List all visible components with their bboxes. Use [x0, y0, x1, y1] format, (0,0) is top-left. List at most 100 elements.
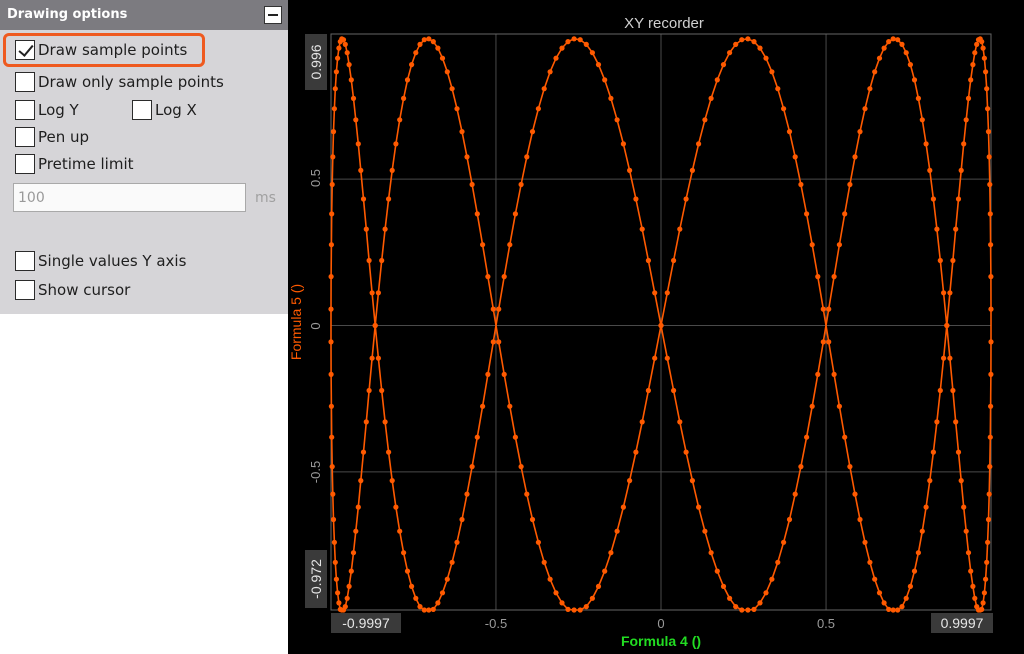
sample-point: [881, 600, 887, 606]
sample-point: [988, 242, 994, 248]
pretime-input[interactable]: [13, 183, 246, 212]
sample-point: [745, 607, 751, 613]
sample-point: [745, 36, 751, 42]
draw-only-sample-points-checkbox[interactable]: Draw only sample points: [15, 71, 224, 93]
sample-point: [763, 55, 769, 61]
sample-point: [547, 576, 553, 582]
sample-point: [645, 387, 651, 394]
sample-point: [404, 568, 411, 574]
sample-point: [583, 41, 589, 48]
sample-point: [930, 449, 937, 455]
log-x-checkbox[interactable]: Log X: [132, 99, 197, 121]
sample-point: [872, 576, 878, 582]
sample-point: [988, 306, 994, 312]
sample-point: [485, 371, 491, 377]
sample-point: [988, 274, 994, 280]
sample-point: [652, 290, 658, 296]
sample-point: [815, 274, 821, 280]
sample-point: [842, 211, 848, 217]
log-y-checkbox[interactable]: Log Y: [15, 99, 79, 121]
sample-point: [961, 141, 967, 147]
sample-point: [595, 62, 602, 68]
drawing-options-panel: Drawing options Draw sample points Draw …: [0, 0, 288, 314]
sample-point: [867, 86, 873, 92]
sample-point: [348, 77, 354, 83]
y-axis-label: Formula 5 (): [288, 284, 304, 360]
sample-point: [454, 539, 460, 545]
sample-point: [919, 117, 925, 123]
sample-point: [426, 36, 432, 42]
sample-point: [847, 464, 853, 470]
sample-point: [474, 211, 480, 217]
sample-point: [608, 95, 614, 101]
sample-point: [970, 583, 976, 590]
x-tick-neg-half: -0.5: [485, 616, 507, 631]
sample-point: [645, 257, 651, 264]
xy-recorder-chart[interactable]: XY recorder -0.9997 -0.5 0 0.5 0.9997 Fo…: [288, 0, 1024, 654]
sample-point: [430, 39, 436, 45]
sample-point: [346, 583, 352, 590]
sample-point: [386, 449, 392, 455]
sample-point: [985, 516, 992, 523]
sample-point: [968, 77, 974, 83]
sample-point: [397, 528, 403, 534]
pen-up-checkbox[interactable]: Pen up: [15, 126, 89, 148]
sample-point: [501, 274, 507, 280]
sample-point: [983, 69, 989, 75]
sample-point: [639, 419, 645, 425]
sample-point: [757, 600, 763, 606]
sample-point: [350, 550, 357, 556]
sample-point: [852, 154, 858, 160]
sample-point: [930, 196, 937, 202]
sample-point: [366, 257, 372, 264]
sample-point: [899, 41, 905, 48]
sample-point: [524, 154, 530, 160]
sample-point: [328, 274, 334, 280]
sample-point: [332, 559, 338, 565]
sample-point: [986, 491, 992, 497]
sample-point: [330, 516, 337, 523]
sample-point: [583, 604, 589, 610]
single-values-y-axis-checkbox[interactable]: Single values Y axis: [15, 250, 186, 272]
sample-point: [798, 181, 804, 188]
sample-point: [366, 387, 372, 394]
sample-point: [355, 504, 361, 510]
sample-point: [469, 464, 475, 470]
sample-point: [911, 568, 918, 574]
sample-point: [401, 95, 407, 101]
sample-point: [332, 86, 338, 92]
checkbox-box: [15, 72, 35, 92]
sample-point: [739, 607, 745, 613]
sample-point: [927, 167, 933, 173]
draw-sample-points-checkbox[interactable]: Draw sample points: [15, 39, 187, 61]
sample-point: [708, 95, 714, 101]
checkbox-box: [132, 100, 152, 120]
pretime-limit-checkbox[interactable]: Pretime limit: [15, 153, 134, 175]
sample-point: [804, 211, 810, 217]
y-tick-min: -0.972: [308, 559, 324, 599]
x-axis-label: Formula 4 (): [621, 633, 701, 649]
sample-point: [919, 528, 925, 534]
sample-point: [890, 607, 896, 613]
collapse-icon[interactable]: [264, 6, 282, 24]
sample-point: [541, 86, 547, 92]
sample-point: [389, 167, 395, 173]
sample-point: [360, 449, 367, 455]
plot-svg: XY recorder -0.9997 -0.5 0 0.5 0.9997 Fo…: [288, 15, 994, 649]
sample-point: [915, 95, 922, 101]
sample-point: [671, 387, 677, 394]
sample-point: [809, 242, 815, 248]
sample-point: [421, 607, 427, 613]
sample-point: [571, 36, 577, 42]
sample-point: [986, 154, 992, 160]
sample-point: [792, 154, 798, 160]
sample-point: [577, 607, 583, 613]
sample-point: [350, 95, 357, 101]
sample-point: [907, 62, 914, 68]
y-tick-zero: 0: [308, 322, 323, 329]
x-tick-half: 0.5: [817, 616, 835, 631]
sample-point: [565, 39, 571, 45]
checkbox-box: [15, 251, 35, 271]
x-tick-zero: 0: [657, 616, 664, 631]
show-cursor-checkbox[interactable]: Show cursor: [15, 279, 130, 301]
